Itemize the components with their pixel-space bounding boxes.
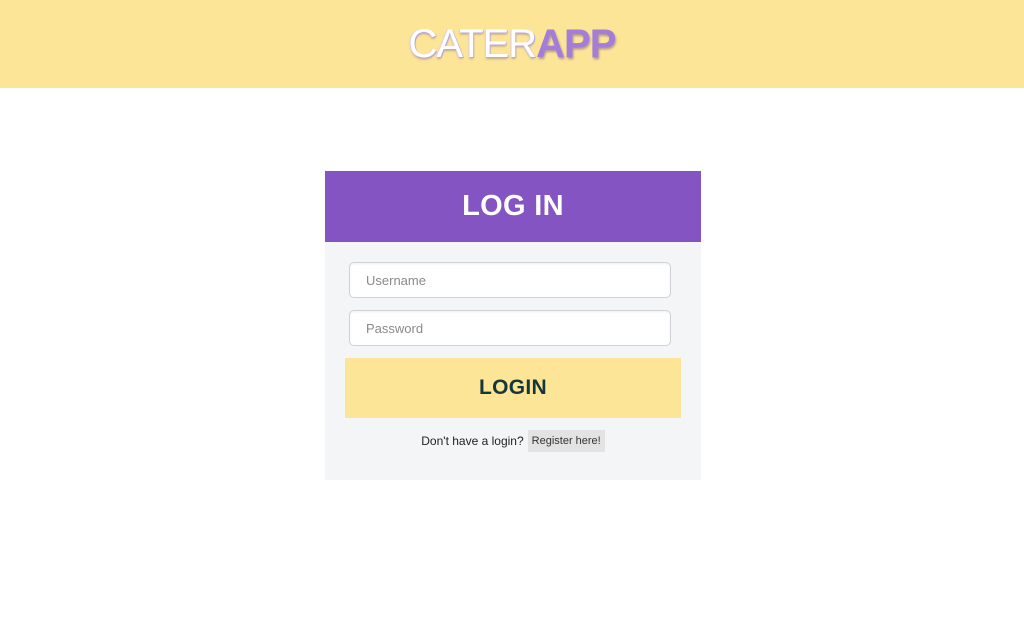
login-button[interactable]: LOGIN: [345, 358, 681, 418]
login-card-header: LOG IN: [325, 171, 701, 242]
username-input[interactable]: [349, 262, 671, 298]
app-logo[interactable]: CATER APP: [408, 22, 617, 66]
register-row: Don't have a login? Register here!: [325, 430, 701, 452]
register-link-button[interactable]: Register here!: [527, 430, 605, 452]
login-title: LOG IN: [462, 190, 564, 222]
logo-text-cater: CATER: [408, 22, 538, 66]
top-header: CATER APP: [0, 0, 1024, 88]
logo-text-app: APP: [536, 22, 616, 66]
register-prompt: Don't have a login?: [421, 434, 524, 448]
password-input[interactable]: [349, 310, 671, 346]
login-card: LOG IN LOGIN Don't have a login? Registe…: [325, 171, 701, 480]
